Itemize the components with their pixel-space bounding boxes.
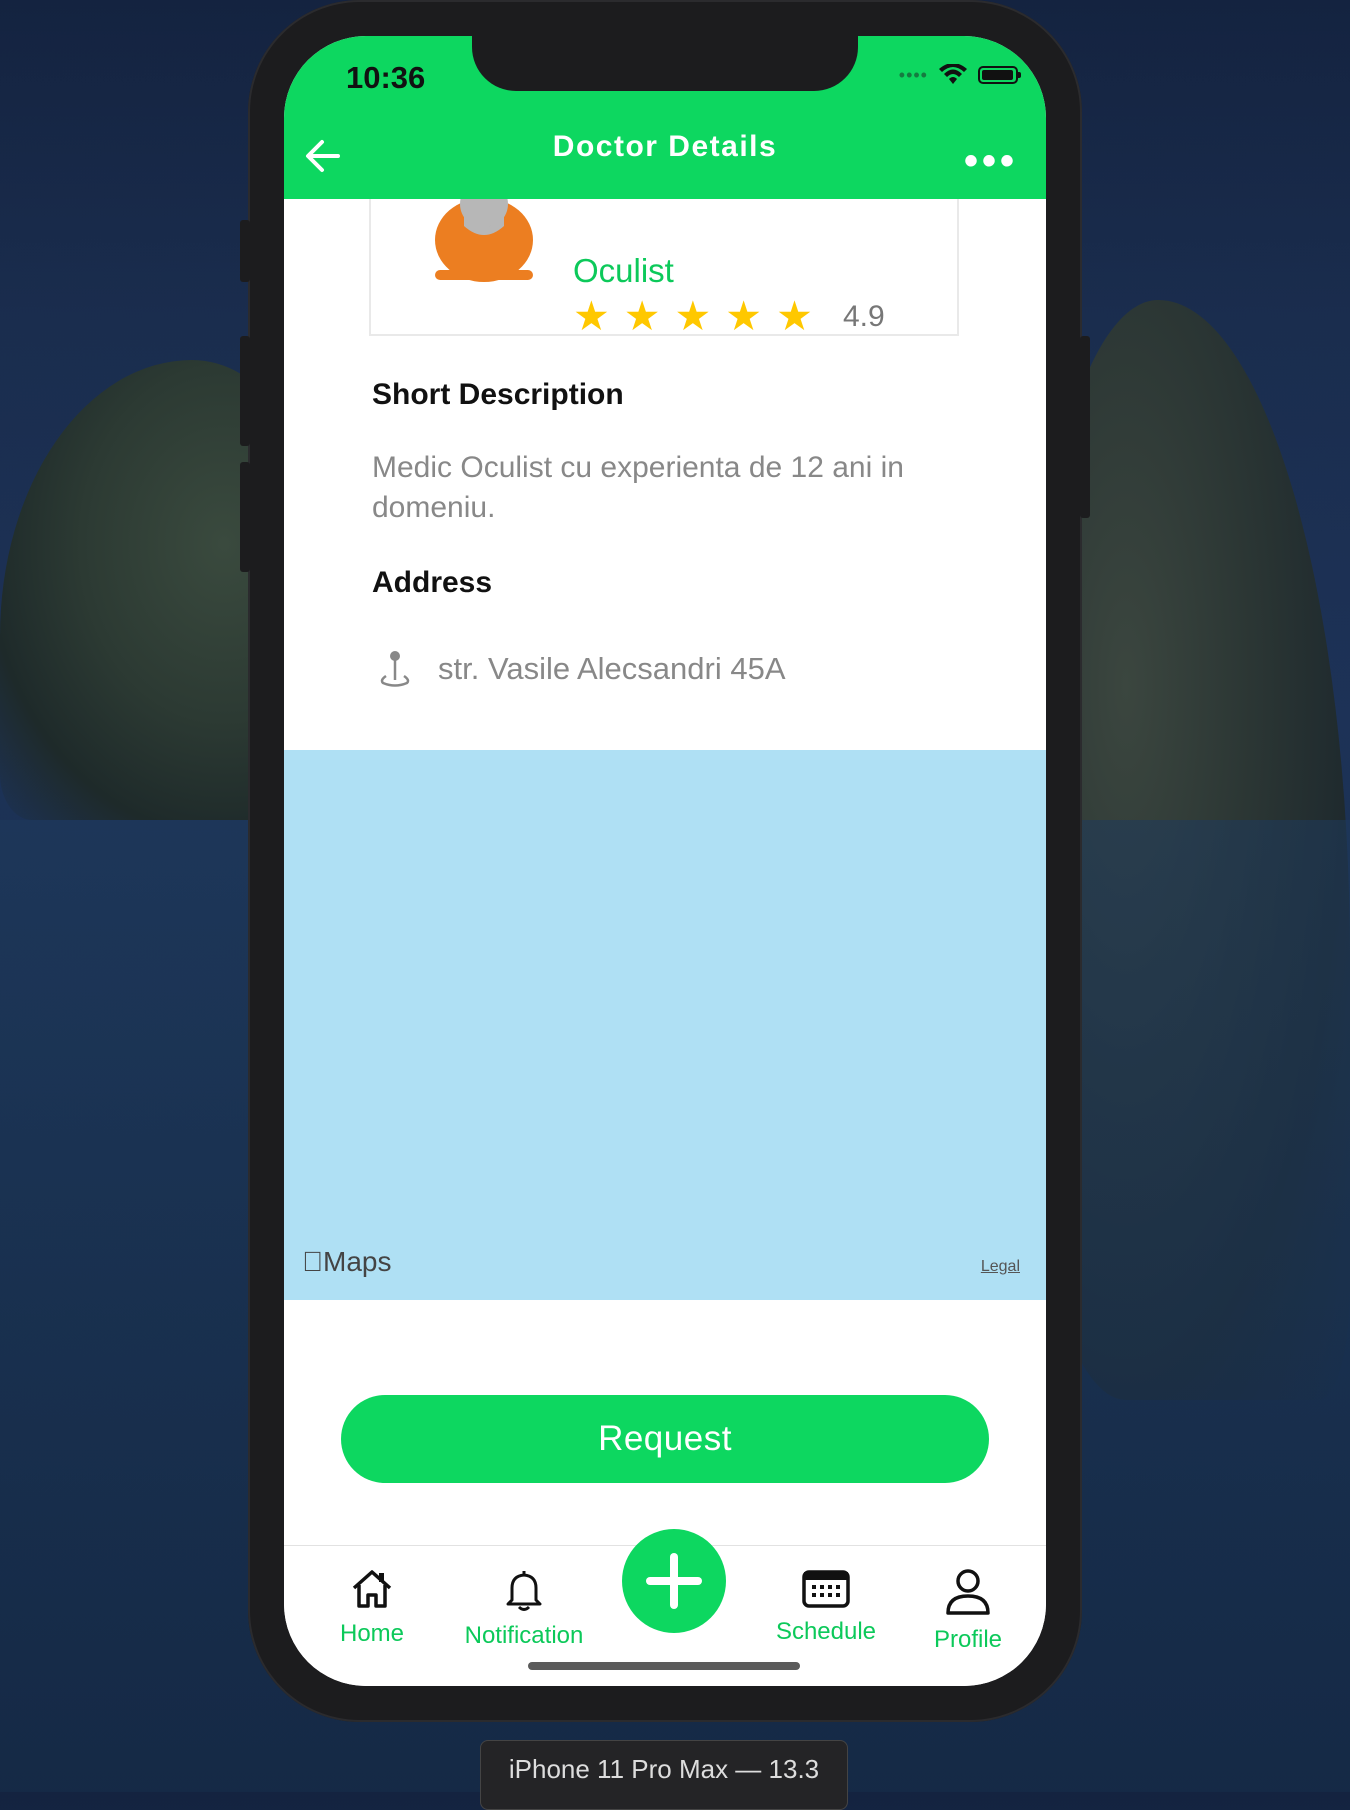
simulator-device-label: iPhone 11 Pro Max — 13.3 <box>480 1740 848 1810</box>
star-icon: ★ <box>776 293 813 339</box>
battery-icon <box>978 66 1021 84</box>
home-indicator[interactable] <box>528 1662 800 1670</box>
status-time: 10:36 <box>346 60 426 95</box>
bell-icon <box>506 1571 542 1611</box>
doctor-avatar <box>431 186 537 282</box>
doctor-card: Oculist ★ ★ ★ ★ ★ 4.9 <box>369 186 959 338</box>
cellular-signal-icon: •••• <box>898 64 928 85</box>
status-icons: •••• <box>898 64 1021 86</box>
tab-notification[interactable]: Notification <box>454 1546 594 1650</box>
star-icon: ★ <box>623 293 661 339</box>
volume-up-button <box>240 336 250 446</box>
calendar-icon <box>802 1570 850 1608</box>
tab-schedule[interactable]: Schedule <box>756 1546 896 1646</box>
home-icon <box>352 1570 392 1608</box>
apple-maps-logo: Maps <box>302 1246 391 1277</box>
wifi-icon <box>939 64 967 84</box>
star-icon: ★ <box>573 293 610 339</box>
phone-frame: Oculist ★ ★ ★ ★ ★ 4.9 10:36 •••• Doctor … <box>240 0 1090 1722</box>
rating-stars: ★ ★ ★ ★ ★ <box>573 294 813 338</box>
short-description-heading: Short Description <box>372 378 624 411</box>
location-pin-icon <box>380 651 410 687</box>
page-title: Doctor Details <box>552 130 778 163</box>
power-button <box>1080 336 1090 518</box>
plus-icon <box>646 1553 702 1609</box>
device-notch <box>472 36 858 91</box>
tab-label: Home <box>339 1620 405 1647</box>
tab-label: Schedule <box>775 1618 877 1645</box>
rating-value: 4.9 <box>843 300 885 333</box>
star-icon: ★ <box>725 293 763 339</box>
request-button[interactable]: Request <box>341 1395 989 1483</box>
tab-label: Notification <box>464 1622 584 1649</box>
doctor-specialty: Oculist <box>573 252 674 289</box>
apple-logo-icon:  <box>302 1246 323 1277</box>
app-screen: Oculist ★ ★ ★ ★ ★ 4.9 10:36 •••• Doctor … <box>284 36 1046 1686</box>
map-legal-link[interactable]: Legal <box>981 1258 1020 1276</box>
add-action-button[interactable] <box>622 1529 726 1633</box>
tab-home[interactable]: Home <box>302 1546 442 1648</box>
more-options-icon[interactable]: ••• <box>964 141 1018 181</box>
map-view[interactable]: Maps Legal <box>284 750 1046 1300</box>
address-heading: Address <box>372 566 493 599</box>
address-text: str. Vasile Alecsandri 45A <box>438 651 786 686</box>
tab-profile[interactable]: Profile <box>898 1546 1038 1654</box>
side-switch <box>240 220 250 282</box>
app-header: 10:36 •••• Doctor Details ••• <box>284 36 1046 199</box>
volume-down-button <box>240 462 250 572</box>
user-icon <box>946 1569 990 1615</box>
star-icon: ★ <box>674 293 712 339</box>
address-row: str. Vasile Alecsandri 45A <box>378 650 786 688</box>
short-description-text: Medic Oculist cu experienta de 12 ani in… <box>372 451 904 524</box>
tab-label: Profile <box>933 1626 1003 1653</box>
